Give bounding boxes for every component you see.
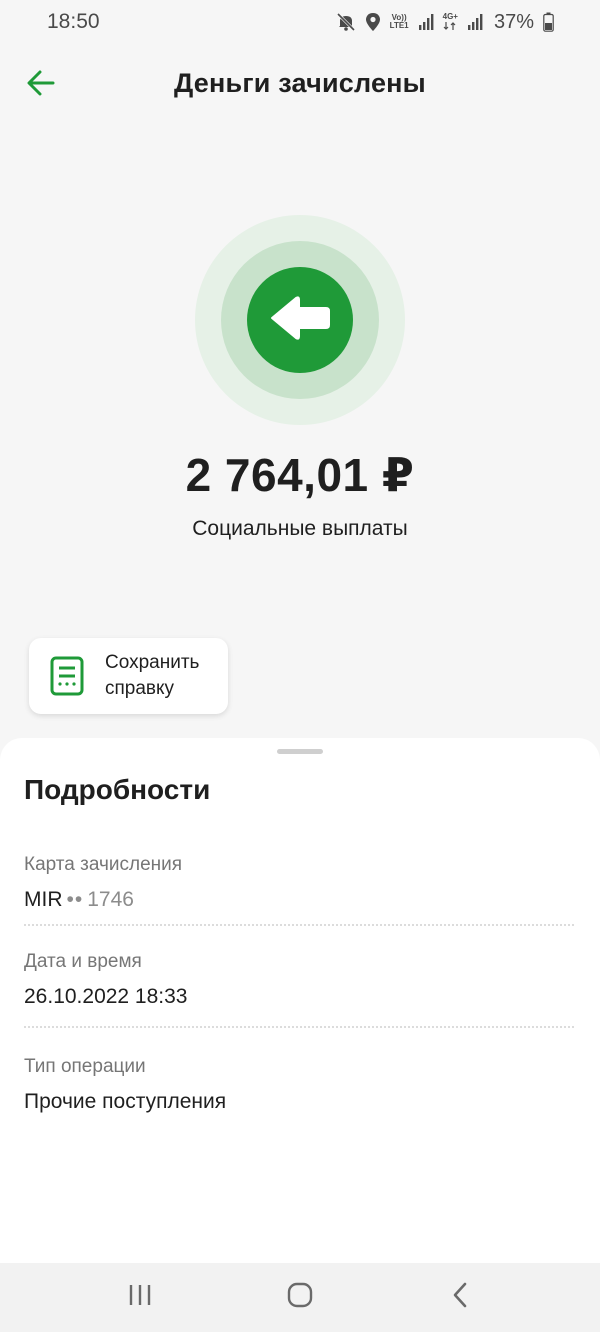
detail-value-card: MIR •• 1746 <box>24 888 574 912</box>
document-icon <box>50 656 84 696</box>
detail-value-operation-type: Прочие поступления <box>24 1090 227 1113</box>
screen: 18:50 Vo)) LTE1 4G+ 37% Деньги зачислены… <box>0 0 600 1332</box>
transfer-category: Социальные выплаты <box>192 517 408 540</box>
status-bar: 18:50 Vo)) LTE1 4G+ 37% <box>0 0 600 44</box>
header: Деньги зачислены <box>0 60 600 110</box>
status-time: 18:50 <box>47 10 100 33</box>
detail-row-card: Карта зачисления MIR •• 1746 <box>24 854 574 912</box>
location-icon <box>365 12 381 32</box>
sheet-drag-handle[interactable] <box>277 749 323 754</box>
signal-icon <box>418 13 434 31</box>
signal-icon <box>467 13 483 31</box>
detail-label: Дата и время <box>24 951 142 972</box>
page-title: Деньги зачислены <box>174 68 426 98</box>
detail-row-datetime: Дата и время 26.10.2022 18:33 <box>24 951 574 1009</box>
detail-value-datetime: 26.10.2022 18:33 <box>24 985 188 1008</box>
mute-icon <box>336 12 356 32</box>
back-icon <box>450 1281 470 1314</box>
battery-icon <box>543 12 554 32</box>
battery-percent: 37% <box>493 10 534 33</box>
status-icons: Vo)) LTE1 4G+ 37% <box>336 11 554 34</box>
home-icon <box>286 1281 314 1314</box>
divider <box>24 924 574 926</box>
detail-label: Карта зачисления <box>24 854 183 875</box>
system-nav-bar <box>0 1263 600 1332</box>
details-title: Подробности <box>24 774 211 805</box>
volte-icon: Vo)) LTE1 <box>389 13 409 30</box>
transfer-amount: 2 764,01 ₽ <box>185 449 415 501</box>
system-back-button[interactable] <box>430 1268 490 1328</box>
detail-row-operation-type: Тип операции Прочие поступления <box>24 1056 574 1114</box>
divider <box>24 1026 574 1028</box>
card-network: MIR <box>24 888 63 911</box>
network-type-icon: 4G+ <box>443 13 458 31</box>
card-last-digits: 1746 <box>87 888 134 911</box>
incoming-transfer-badge <box>195 215 405 425</box>
details-sheet: Подробности Карта зачисления MIR •• 1746 Д… <box>0 738 600 1263</box>
save-certificate-button[interactable]: Сохранить справку <box>29 638 228 714</box>
detail-label: Тип операции <box>24 1056 146 1077</box>
incoming-arrow-icon <box>268 295 332 346</box>
home-button[interactable] <box>270 1268 330 1328</box>
save-certificate-label: Сохранить справку <box>105 652 200 699</box>
recent-apps-button[interactable] <box>110 1268 170 1328</box>
recent-apps-icon <box>127 1283 153 1312</box>
card-mask: •• <box>66 888 84 911</box>
